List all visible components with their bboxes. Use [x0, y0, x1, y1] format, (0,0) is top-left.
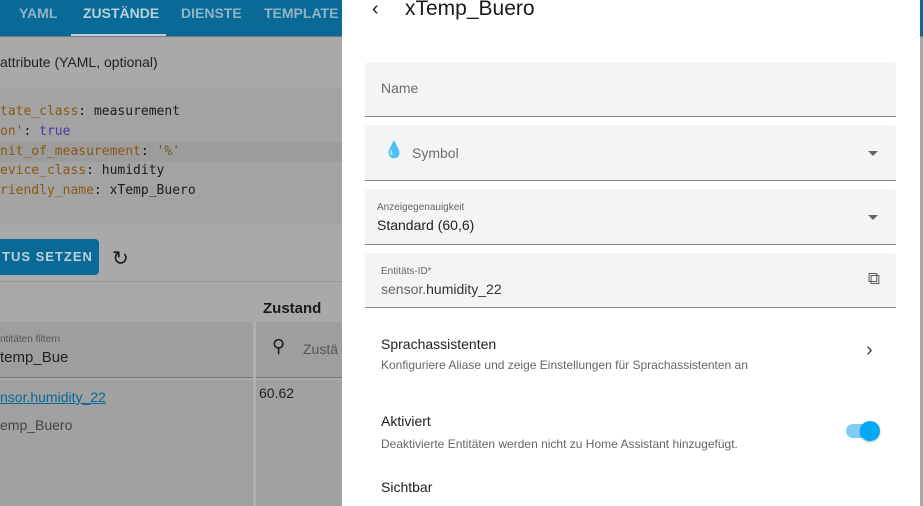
- tab-services[interactable]: DIENSTE: [181, 5, 242, 21]
- dialog-title: xTemp_Buero: [405, 0, 535, 20]
- yaml-line: tate_class: measurement: [0, 104, 181, 119]
- back-chevron-icon[interactable]: ‹: [372, 0, 379, 21]
- divider: [0, 281, 342, 282]
- yaml-editor[interactable]: tate_class: measurement on': true nit_of…: [0, 88, 342, 224]
- entity-settings-dialog: ‹ xTemp_Buero Name 💧 Symbol Anzeigegenau…: [342, 0, 920, 506]
- name-placeholder: Name: [381, 80, 419, 96]
- column-divider: [253, 322, 256, 506]
- set-state-button[interactable]: TUS SETZEN: [0, 239, 99, 275]
- yaml-line: evice_class: humidity: [0, 163, 165, 178]
- entity-state: 60.62: [259, 385, 295, 401]
- enabled-title: Aktiviert: [381, 413, 431, 429]
- entity-id-link[interactable]: nsor.humidity_22: [0, 389, 106, 405]
- yaml-line: on': true: [0, 124, 71, 139]
- tab-yaml[interactable]: YAML: [19, 5, 57, 21]
- toggle-knob[interactable]: [860, 421, 880, 441]
- entity-id-field[interactable]: Entitäts-ID* sensor.humidity_22 ⧉: [365, 253, 896, 308]
- symbol-label: Symbol: [412, 145, 459, 161]
- symbol-picker[interactable]: 💧 Symbol: [365, 125, 896, 181]
- tab-states[interactable]: ZUSTÄNDE: [83, 5, 159, 21]
- name-field[interactable]: Name: [365, 62, 896, 117]
- entity-filter-label: ntitäten filtern: [0, 334, 61, 345]
- entity-id-label: Entitäts-ID*: [381, 266, 432, 277]
- state-column-header[interactable]: Zustand: [263, 300, 321, 317]
- precision-label: Anzeigegenauigkeit: [377, 202, 465, 213]
- table-row: nsor.humidity_22 emp_Buero 60.62: [0, 380, 342, 506]
- enabled-subtitle: Deaktivierte Entitäten werden nicht zu H…: [381, 437, 738, 451]
- entity-filter-input[interactable]: ntitäten filtern temp_Bue: [0, 322, 253, 378]
- yaml-line: nit_of_measurement: '%': [0, 144, 181, 159]
- entity-name: emp_Buero: [0, 417, 73, 433]
- refresh-icon[interactable]: ↻: [112, 246, 129, 271]
- search-icon: ⚲: [272, 336, 286, 356]
- dropdown-arrow-icon: [868, 215, 878, 220]
- entity-filter-value: temp_Bue: [0, 349, 69, 366]
- dropdown-arrow-icon: [868, 151, 878, 156]
- entity-id-value: sensor.humidity_22: [381, 281, 502, 297]
- active-tab-indicator: [71, 34, 166, 36]
- water-percent-icon: 💧: [384, 142, 404, 159]
- voice-assistants-subtitle: Konfiguriere Aliase und zeige Einstellun…: [381, 358, 748, 372]
- visible-title: Sichtbar: [381, 479, 433, 495]
- state-filter-input[interactable]: ⚲ Zustä: [256, 322, 342, 378]
- attributes-label: attribute (YAML, optional): [0, 54, 158, 70]
- precision-select[interactable]: Anzeigegenauigkeit Standard (60,6): [365, 189, 896, 245]
- copy-icon[interactable]: ⧉: [868, 269, 880, 289]
- yaml-line: riendly_name: xTemp_Buero: [0, 183, 196, 198]
- precision-value: Standard (60,6): [377, 217, 475, 233]
- voice-assistants-title: Sprachassistenten: [381, 336, 497, 352]
- tab-template[interactable]: TEMPLATE: [264, 5, 338, 21]
- chevron-right-icon: ›: [866, 339, 873, 361]
- state-filter-placeholder: Zustä: [303, 341, 339, 357]
